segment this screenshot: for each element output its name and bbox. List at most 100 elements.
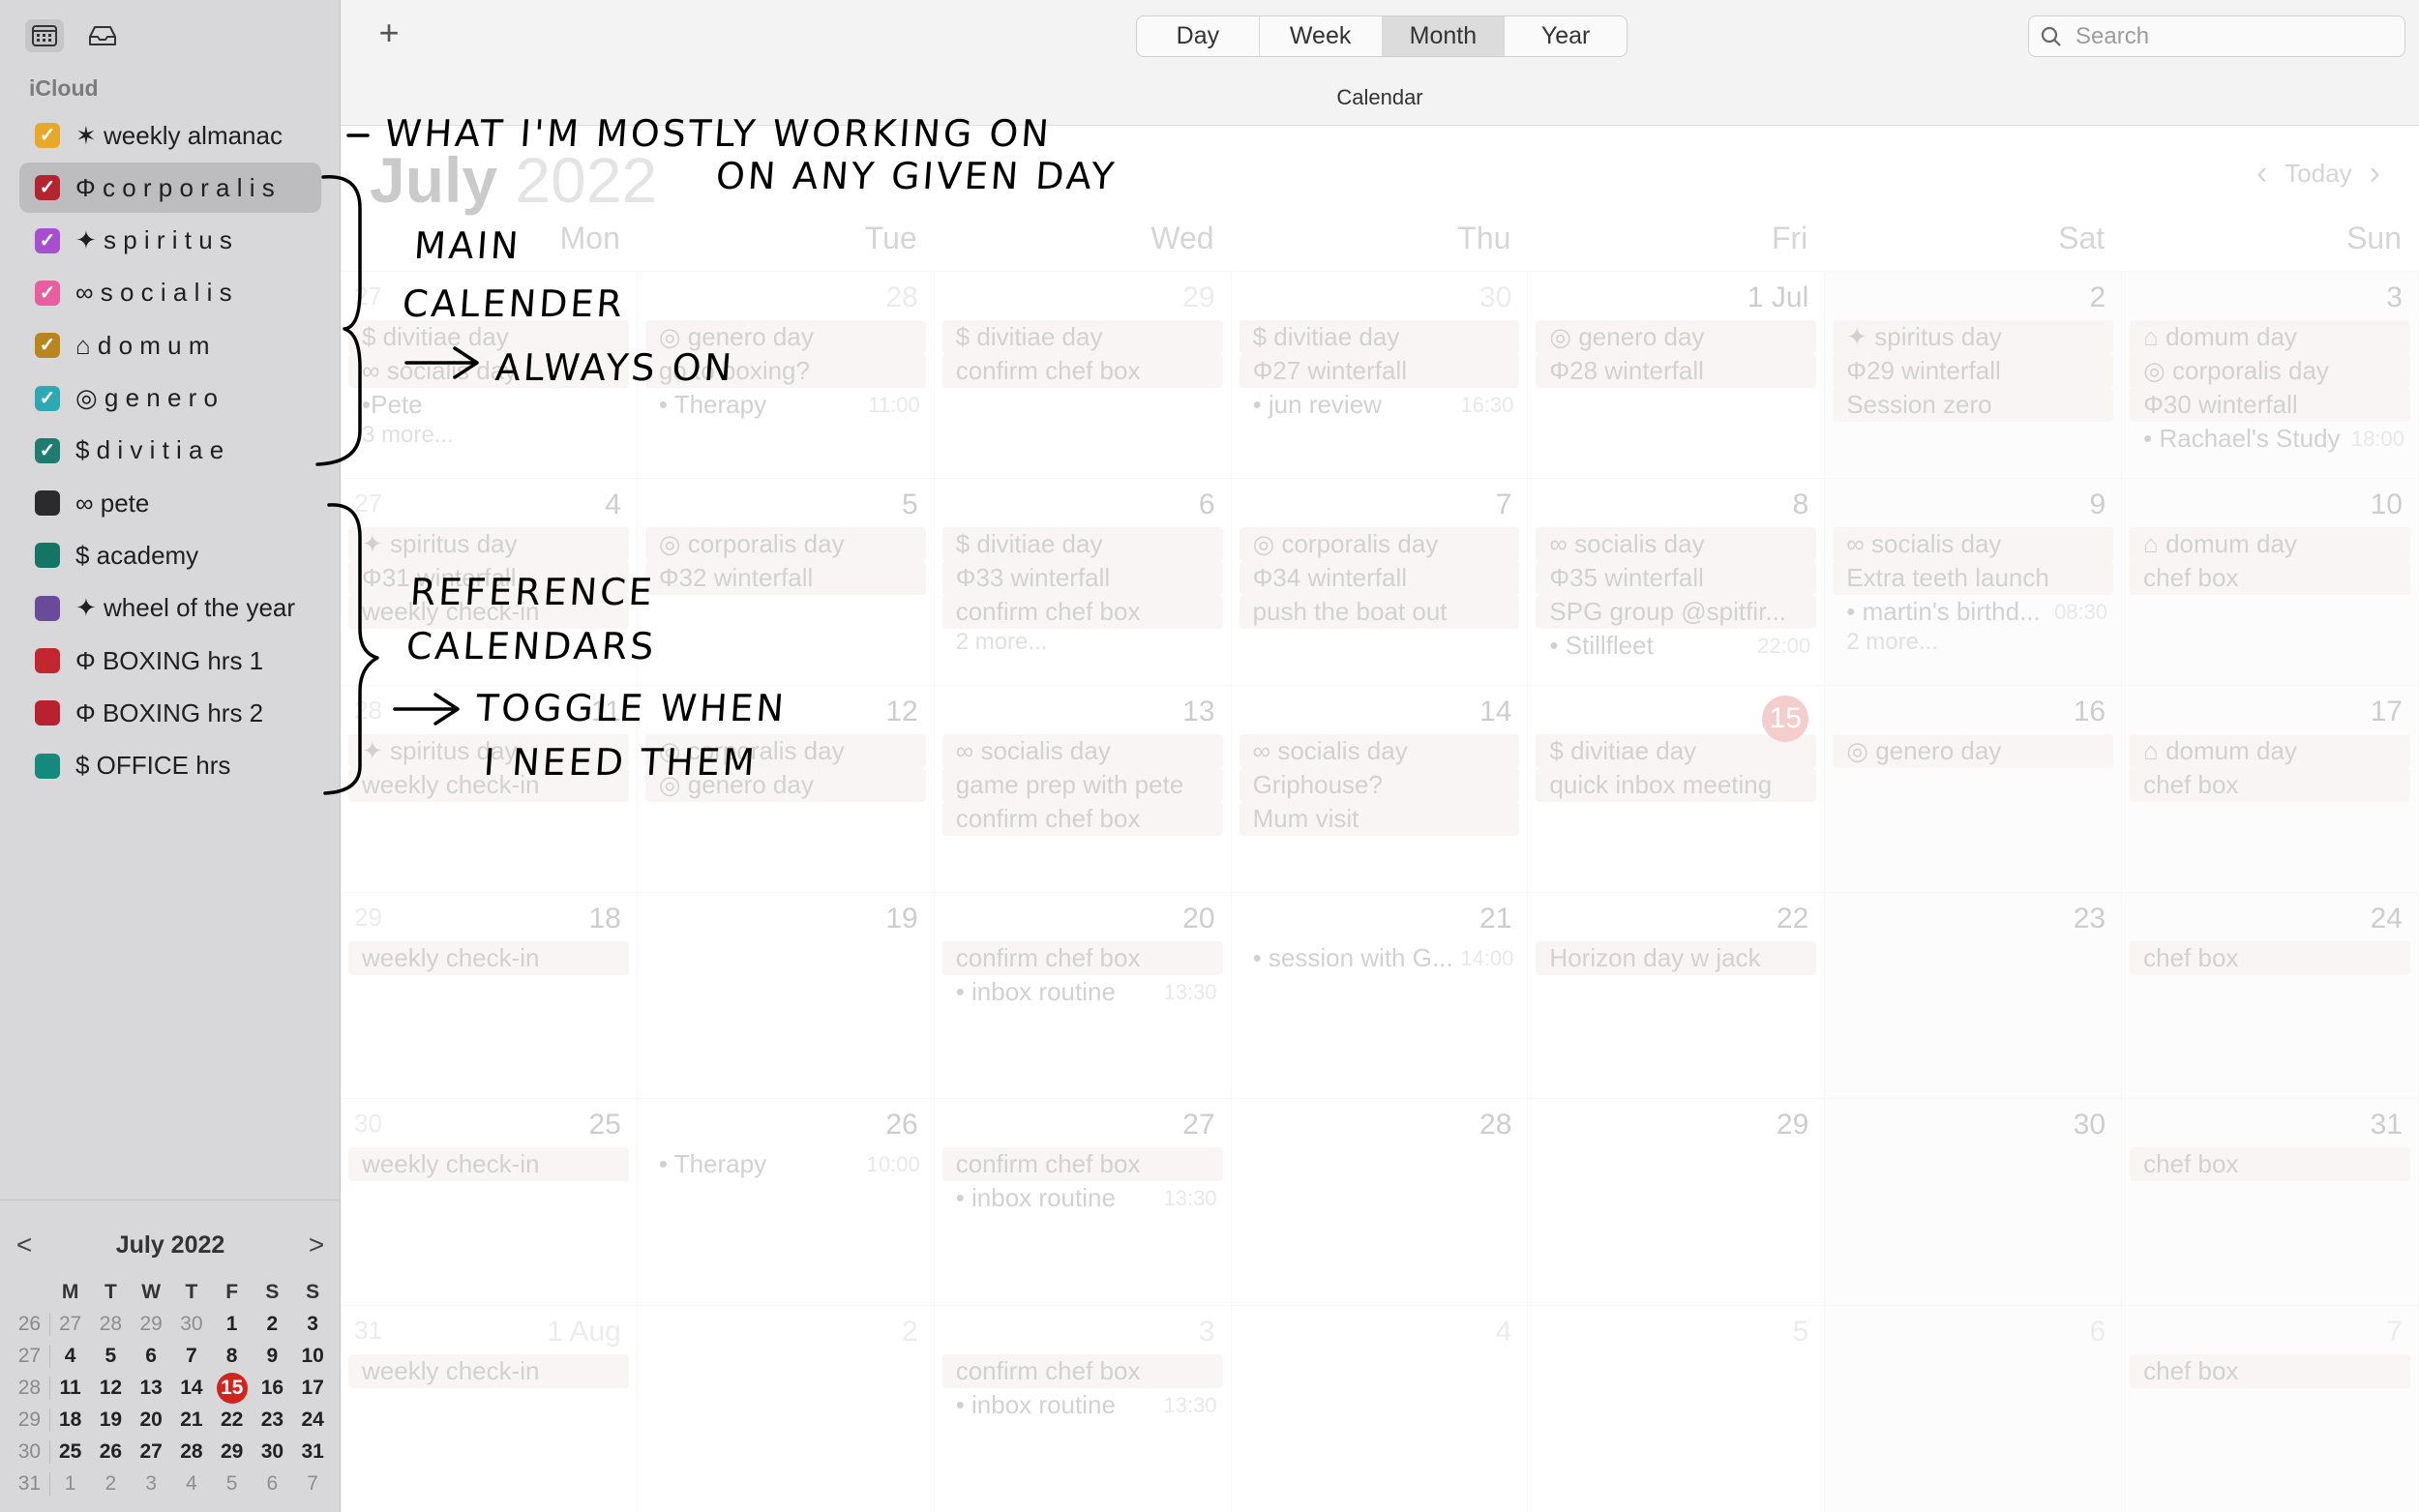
mini-day[interactable]: 19	[91, 1408, 132, 1432]
mini-day[interactable]: 28	[91, 1313, 132, 1336]
calendar-event[interactable]: ◎ corporalis day	[1239, 526, 1520, 561]
mini-day[interactable]: 9	[253, 1345, 293, 1368]
calendar-event[interactable]: ⌂ domum day	[2130, 320, 2410, 354]
day-cell[interactable]: 30	[1825, 1098, 2123, 1306]
day-cell[interactable]: 28	[1231, 1098, 1529, 1306]
search-field[interactable]: Search	[2028, 15, 2405, 57]
calendar-event[interactable]: chef box	[2130, 940, 2410, 975]
calendar-event[interactable]: $ divitiae day	[941, 320, 1223, 354]
mini-day[interactable]: 4	[171, 1472, 212, 1496]
mini-day[interactable]: 29	[212, 1440, 253, 1464]
calendar-event[interactable]: ◎ genero day	[1833, 733, 2114, 768]
day-cell[interactable]: 2	[637, 1305, 935, 1512]
calendar-event[interactable]: Griphouse?	[1239, 767, 1520, 802]
mini-day[interactable]: 6	[131, 1345, 171, 1368]
calendar-event[interactable]: • jun review 16:30	[1239, 388, 1520, 422]
calendar-event[interactable]: confirm chef box	[941, 940, 1223, 975]
calendar-event[interactable]: • Stillfleet 22:00	[1536, 629, 1816, 663]
calendar-row[interactable]: ✓ Φ c o r p o r a l i s	[19, 163, 321, 214]
mini-day[interactable]: 22	[212, 1408, 253, 1432]
calendar-checkbox[interactable]: ✓	[35, 123, 60, 148]
calendar-checkbox[interactable]: ✓	[35, 437, 60, 463]
mini-next-month-button[interactable]: >	[302, 1230, 331, 1260]
mini-day[interactable]: 17	[292, 1377, 333, 1400]
mini-day[interactable]: 3	[131, 1472, 171, 1496]
calendar-checkbox[interactable]: ✓	[35, 333, 60, 359]
mini-day[interactable]: 5	[212, 1472, 253, 1496]
mini-day[interactable]: 16	[253, 1377, 293, 1400]
mini-day[interactable]: 23	[253, 1408, 293, 1432]
calendar-event[interactable]: • Therapy 10:00	[645, 1147, 926, 1181]
calendar-event[interactable]: Extra teeth launch	[1833, 560, 2114, 595]
calendar-row[interactable]: ✓ ✦ s p i r i t u s	[19, 216, 321, 266]
calendar-event[interactable]: • session with G... 14:00	[1239, 941, 1520, 975]
mini-day[interactable]: 1	[50, 1472, 91, 1496]
day-cell[interactable]: 31 chef box	[2122, 1098, 2419, 1306]
view-tab-day[interactable]: Day	[1137, 16, 1260, 56]
calendar-row[interactable]: Φ BOXING hrs 1	[19, 636, 321, 686]
calendar-event[interactable]: Φ35 winterfall	[1536, 560, 1817, 595]
calendar-checkbox[interactable]	[35, 753, 60, 779]
day-cell[interactable]: 8 ∞ socialis day Φ35 winterfall SPG group @…	[1528, 477, 1826, 685]
mini-day[interactable]: 21	[171, 1408, 212, 1432]
calendar-event[interactable]: Φ33 winterfall	[941, 560, 1223, 595]
calendar-event[interactable]: • Therapy 11:00	[645, 388, 926, 422]
calendar-event[interactable]: ∞ socialis day	[941, 733, 1223, 768]
inbox-icon[interactable]	[83, 19, 122, 52]
calendar-event[interactable]: •Pete	[348, 388, 629, 422]
mini-day[interactable]: 10	[292, 1345, 333, 1368]
calendar-row[interactable]: Φ BOXING hrs 2	[19, 688, 321, 738]
day-cell[interactable]: 7 chef box	[2122, 1305, 2419, 1512]
mini-day[interactable]: 14	[171, 1377, 212, 1400]
mini-day[interactable]: 12	[91, 1377, 132, 1400]
calendar-event[interactable]: ✦ spiritus day	[348, 526, 629, 561]
calendar-checkbox[interactable]	[35, 648, 60, 673]
search-input[interactable]: Search	[2076, 23, 2149, 50]
calendar-event[interactable]: ◎ corporalis day	[2130, 354, 2410, 388]
calendar-row[interactable]: ✓ $ d i v i t i a e	[19, 426, 321, 476]
calendar-event[interactable]: confirm chef box	[941, 801, 1223, 836]
day-cell[interactable]: 30 $ divitiae day Φ27 winterfall • jun revi…	[1231, 271, 1529, 478]
calendar-event[interactable]: • Rachael's Study 18:00	[2130, 422, 2410, 456]
mini-day[interactable]: 15	[212, 1372, 253, 1404]
day-cell[interactable]: 21 • session with G... 14:00	[1231, 891, 1529, 1099]
day-cell[interactable]: 26 • Therapy 10:00	[637, 1098, 935, 1306]
mini-day[interactable]: 26	[91, 1440, 132, 1464]
calendar-row[interactable]: ✦ wheel of the year	[19, 583, 321, 634]
day-cell[interactable]: 15 $ divitiae day quick inbox meeting	[1528, 684, 1826, 892]
calendar-event[interactable]: game prep with pete	[941, 767, 1223, 802]
day-cell[interactable]: 3 confirm chef box • inbox routine 13:30	[934, 1305, 1232, 1512]
calendar-event[interactable]: Φ32 winterfall	[644, 560, 926, 595]
calendar-event[interactable]: chef box	[2130, 767, 2410, 802]
mini-today-marker[interactable]: 15	[216, 1372, 248, 1404]
mini-day[interactable]: 30	[253, 1440, 293, 1464]
calendar-event[interactable]: Φ29 winterfall	[1833, 354, 2114, 388]
calendar-event[interactable]: ∞ socialis day	[1833, 526, 2114, 561]
calendar-event[interactable]: confirm chef box	[941, 1354, 1223, 1389]
calendar-event[interactable]: $ divitiae day	[941, 526, 1223, 561]
calendar-event[interactable]: • inbox routine 13:30	[942, 975, 1223, 1009]
calendar-event[interactable]: Φ30 winterfall	[2130, 388, 2410, 422]
calendar-event[interactable]: quick inbox meeting	[1536, 767, 1817, 802]
mini-day[interactable]: 24	[292, 1408, 333, 1432]
calendar-event[interactable]: $ divitiae day	[1239, 320, 1520, 354]
day-cell[interactable]: 6 $ divitiae day Φ33 winterfall confirm che…	[934, 477, 1232, 685]
calendar-event[interactable]: weekly check-in	[348, 940, 629, 975]
mini-day[interactable]: 7	[171, 1345, 212, 1368]
day-cell[interactable]: 23	[1825, 891, 2123, 1099]
mini-day[interactable]: 3	[292, 1313, 333, 1336]
day-cell[interactable]: 3 ⌂ domum day ◎ corporalis day Φ30 winterfa…	[2122, 271, 2419, 478]
calendar-event[interactable]: • martin's birthd... 08:30	[1833, 595, 2113, 629]
mini-day[interactable]: 1	[212, 1313, 253, 1336]
mini-day[interactable]: 6	[253, 1472, 293, 1496]
calendar-row[interactable]: ∞ pete	[19, 478, 321, 528]
day-cell[interactable]: 29 $ divitiae day confirm chef box	[934, 271, 1232, 478]
calendar-event[interactable]: Mum visit	[1239, 801, 1520, 836]
calendar-row[interactable]: ✓ ✶ weekly almanac	[19, 110, 321, 161]
day-cell[interactable]: 6	[1825, 1305, 2123, 1512]
mini-day[interactable]: 27	[131, 1440, 171, 1464]
mini-day[interactable]: 20	[131, 1408, 171, 1432]
more-events-link[interactable]: 2 more...	[1833, 629, 2113, 656]
calendar-icon[interactable]	[25, 19, 64, 52]
calendar-event[interactable]: confirm chef box	[941, 1147, 1223, 1182]
